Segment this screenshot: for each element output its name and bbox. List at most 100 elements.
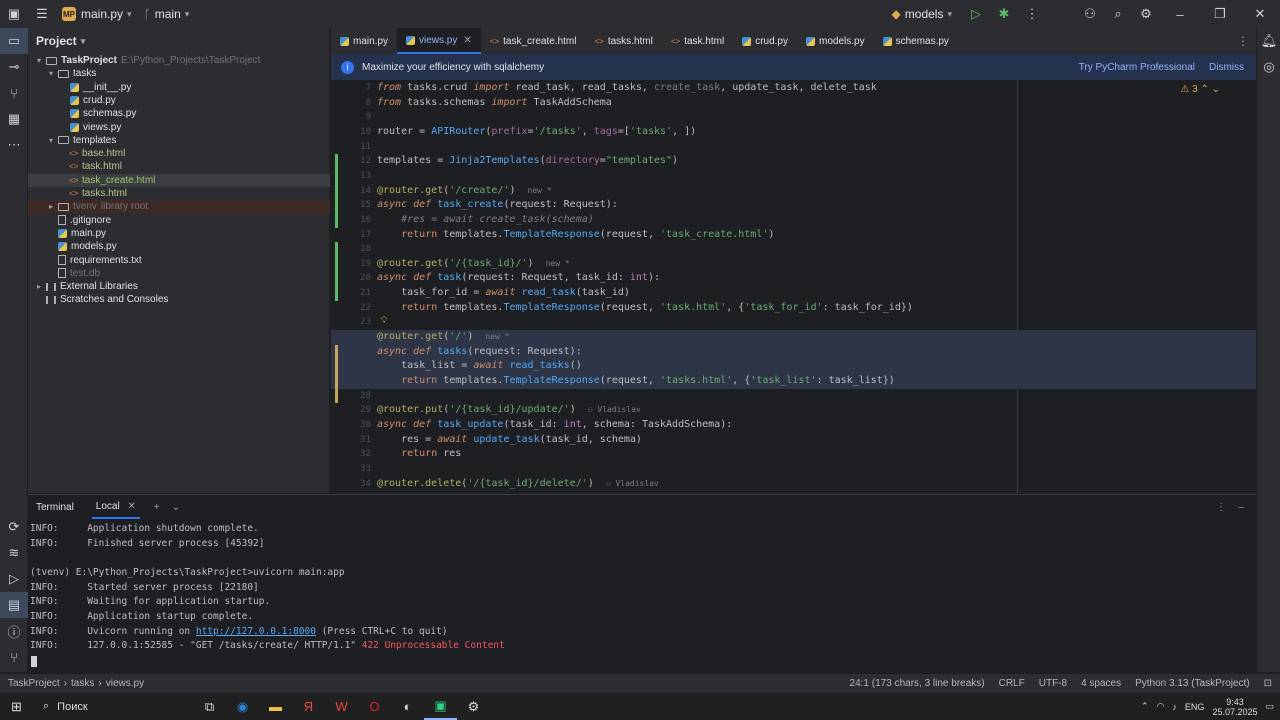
tree-item[interactable]: <> base.html bbox=[28, 147, 330, 160]
python-interpreter[interactable]: Python 3.13 (TaskProject) bbox=[1135, 678, 1250, 689]
expand-arrow-icon[interactable]: ▾ bbox=[46, 134, 56, 147]
terminal-icon[interactable]: ▤ bbox=[0, 592, 28, 618]
lightbulb-icon[interactable]: 💡︎ bbox=[381, 315, 387, 326]
tree-item[interactable]: test.db bbox=[28, 267, 330, 280]
tab-task-html[interactable]: <> task.html bbox=[662, 28, 733, 54]
clock[interactable]: 9:43 25.07.2025 bbox=[1212, 697, 1257, 717]
expand-arrow-icon[interactable]: ▾ bbox=[46, 67, 56, 80]
add-user-icon[interactable]: ⚇ bbox=[1076, 0, 1104, 28]
terminal-tab-local[interactable]: Local ✕ bbox=[91, 496, 140, 519]
close-tab-icon[interactable]: ✕ bbox=[463, 35, 471, 46]
tree-item[interactable]: models.py bbox=[28, 240, 330, 253]
tree-item[interactable]: ▾ TaskProject E:\Python_Projects\TaskProje… bbox=[28, 54, 330, 67]
wifi-icon[interactable]: ◠ bbox=[1157, 701, 1165, 712]
git-icon[interactable]: ⑂ bbox=[0, 644, 28, 670]
app-icon[interactable]: W bbox=[325, 693, 358, 720]
pull-requests-icon[interactable]: ⑂ bbox=[0, 80, 28, 106]
notification-center-icon[interactable]: ▭ bbox=[1265, 701, 1274, 712]
main-menu-icon[interactable]: ☰ bbox=[28, 0, 56, 28]
breadcrumb-item[interactable]: tasks bbox=[71, 678, 94, 689]
windows-start-icon[interactable]: ⊞ bbox=[0, 693, 33, 720]
tree-item[interactable]: .gitignore bbox=[28, 214, 330, 227]
indent-setting[interactable]: 4 spaces bbox=[1081, 678, 1121, 689]
hide-panel-icon[interactable]: – bbox=[1238, 502, 1244, 513]
task-view-icon[interactable]: ⧉ bbox=[193, 693, 226, 720]
breadcrumb-item[interactable]: TaskProject bbox=[8, 678, 60, 689]
terminal-options-icon[interactable]: ⋮ bbox=[1216, 502, 1226, 513]
debug-icon[interactable]: ✱ bbox=[990, 0, 1018, 28]
file-encoding[interactable]: UTF-8 bbox=[1039, 678, 1067, 689]
notifications-icon[interactable]: 🔔︎ bbox=[1257, 28, 1280, 54]
line-separator[interactable]: CRLF bbox=[999, 678, 1025, 689]
run-icon[interactable]: ▷ bbox=[962, 0, 990, 28]
services-icon[interactable]: ≋ bbox=[0, 540, 28, 566]
ai-assistant-icon[interactable]: ◎ bbox=[1257, 54, 1280, 80]
taskbar-search[interactable]: ⌕ Поиск bbox=[33, 693, 193, 720]
run-tool-icon[interactable]: ▷ bbox=[0, 566, 28, 592]
branch-switcher[interactable]: ᚴ main ▾ bbox=[138, 0, 196, 28]
python-console-icon[interactable]: ⟳ bbox=[0, 514, 28, 540]
yandex-icon[interactable]: Я bbox=[292, 693, 325, 720]
tree-item[interactable]: ▸ External Libraries bbox=[28, 280, 330, 293]
search-icon[interactable]: ⌕ bbox=[1104, 0, 1132, 28]
terminal-dropdown-icon[interactable]: ⌄ bbox=[172, 502, 180, 513]
commit-icon[interactable]: ⊸ bbox=[0, 54, 28, 80]
project-tool-icon[interactable]: ▭ bbox=[0, 28, 28, 54]
tab-models-py[interactable]: models.py bbox=[797, 28, 874, 54]
tree-item[interactable]: __init__.py bbox=[28, 81, 330, 94]
tree-item[interactable]: main.py bbox=[28, 227, 330, 240]
collapse-arrow-icon[interactable]: ▸ bbox=[46, 200, 56, 213]
collapse-arrow-icon[interactable]: ▸ bbox=[34, 280, 44, 293]
tray-expand-icon[interactable]: ⌃ bbox=[1141, 701, 1149, 712]
maximize-icon[interactable]: ❐ bbox=[1200, 0, 1240, 28]
problems-icon[interactable]: ⓘ bbox=[0, 618, 28, 644]
project-switcher[interactable]: MP main.py ▾ bbox=[56, 0, 138, 28]
file-explorer-icon[interactable]: ▬ bbox=[259, 693, 292, 720]
tab-main-py[interactable]: main.py bbox=[331, 28, 397, 54]
structure-icon[interactable]: ▦ bbox=[0, 106, 28, 132]
close-icon[interactable]: ✕ bbox=[1240, 0, 1280, 28]
python-file-icon bbox=[58, 229, 67, 239]
server-url-link[interactable]: http://127.0.0.1:8000 bbox=[196, 626, 316, 637]
volume-icon[interactable]: ♪ bbox=[1172, 702, 1177, 712]
tree-item[interactable]: <> tasks.html bbox=[28, 187, 330, 200]
tab-views-py[interactable]: views.py ✕ bbox=[397, 28, 481, 54]
project-panel-header[interactable]: Project ▾ bbox=[28, 28, 329, 54]
more-tools-icon[interactable]: ⋯ bbox=[0, 132, 28, 158]
tab-tasks-html[interactable]: <> tasks.html bbox=[585, 28, 661, 54]
app-icon-dark[interactable]: ◐ bbox=[391, 693, 424, 720]
settings-icon[interactable]: ⚙ bbox=[1132, 0, 1160, 28]
tree-item[interactable]: requirements.txt bbox=[28, 254, 330, 267]
tab-schemas-py[interactable]: schemas.py bbox=[874, 28, 958, 54]
minimize-icon[interactable]: – bbox=[1160, 0, 1200, 28]
tree-item[interactable]: Scratches and Consoles bbox=[28, 293, 330, 306]
keyboard-lang[interactable]: ENG bbox=[1185, 702, 1205, 712]
tree-item[interactable]: ▾ tasks bbox=[28, 67, 330, 80]
pycharm-taskbar-icon[interactable]: ▣ bbox=[424, 693, 457, 720]
steam-icon[interactable]: ⚙ bbox=[457, 693, 490, 720]
tree-item[interactable]: schemas.py bbox=[28, 107, 330, 120]
tree-item[interactable]: ▸ tvenv library root bbox=[28, 200, 330, 214]
dismiss-link[interactable]: Dismiss bbox=[1209, 62, 1244, 73]
tree-item[interactable]: ▾ templates bbox=[28, 134, 330, 147]
code-editor[interactable]: ⚠ 3 ⌃ ⌄ 7 8 9 10 11 12 13 14 15 16 17 18 19 20 21 22 23 2… bbox=[331, 80, 1256, 493]
lock-icon[interactable]: ⊡ bbox=[1264, 678, 1272, 689]
tree-item[interactable]: crud.py bbox=[28, 94, 330, 107]
tree-item[interactable]: <> task_create.html bbox=[28, 173, 330, 187]
cursor-position[interactable]: 24:1 (173 chars, 3 line breaks) bbox=[850, 678, 985, 689]
new-terminal-icon[interactable]: + bbox=[154, 502, 160, 513]
run-config-selector[interactable]: ◆ models ▾ bbox=[886, 0, 962, 28]
expand-arrow-icon[interactable]: ▾ bbox=[34, 54, 44, 67]
opera-icon[interactable]: O bbox=[358, 693, 391, 720]
warnings-indicator[interactable]: ⚠ 3 ⌃ ⌄ bbox=[1180, 84, 1220, 95]
breadcrumb-item[interactable]: views.py bbox=[106, 678, 144, 689]
more-icon[interactable]: ⋮ bbox=[1018, 0, 1046, 28]
tab-crud-py[interactable]: crud.py bbox=[733, 28, 797, 54]
try-professional-link[interactable]: Try PyCharm Professional bbox=[1079, 62, 1195, 73]
tabs-more-icon[interactable]: ⋮ bbox=[1230, 28, 1256, 54]
tree-item[interactable]: views.py bbox=[28, 121, 330, 134]
tab-task_create-html[interactable]: <> task_create.html bbox=[481, 28, 586, 54]
close-tab-icon[interactable]: ✕ bbox=[127, 501, 135, 512]
outlook-icon[interactable]: ◉ bbox=[226, 693, 259, 720]
tree-item[interactable]: <> task.html bbox=[28, 160, 330, 173]
